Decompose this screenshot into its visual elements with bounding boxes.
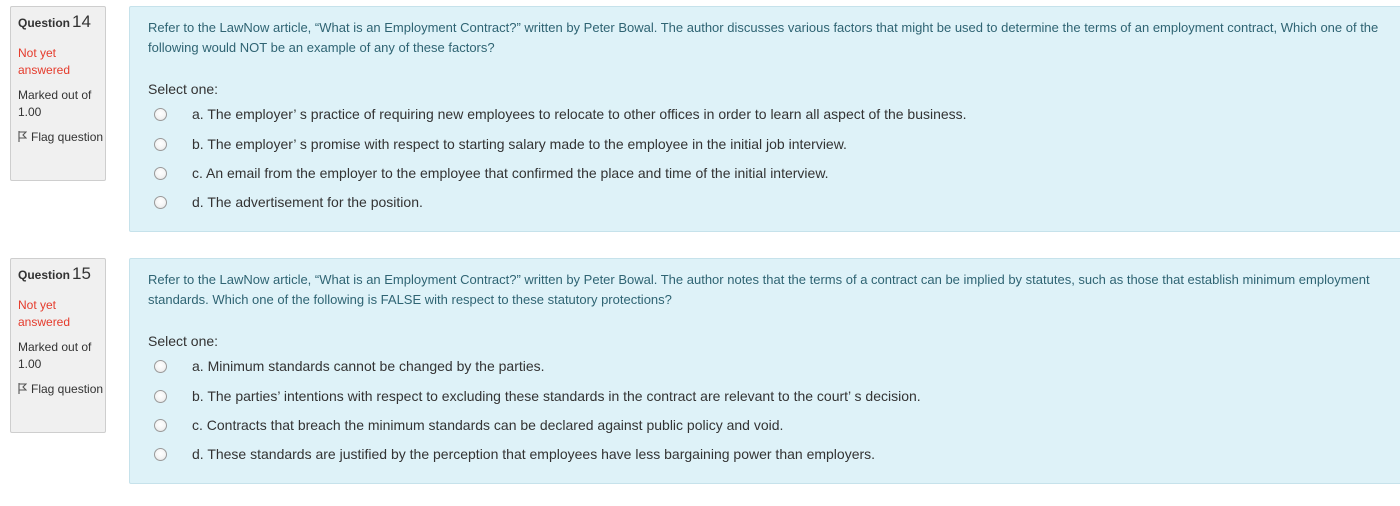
radio-button[interactable] [154,167,167,180]
question-number: Question 14 [18,12,91,31]
question-grade: Marked out of 1.00 [18,340,92,371]
answer-option-d[interactable]: d. The advertisement for the position. [148,193,1348,213]
question-state: Not yet answered [18,46,71,77]
select-one-prompt: Select one: [148,81,219,97]
select-one-prompt: Select one: [148,333,219,349]
question-content: Refer to the LawNow article, “What is an… [129,258,1400,484]
option-label: b. The employer’ s promise with respect … [192,136,847,152]
radio-button[interactable] [154,138,167,151]
question-info: Question 15 Not yet answered Marked out o… [10,258,106,433]
radio-button[interactable] [154,390,167,403]
question-text: Refer to the LawNow article, “What is an… [148,272,1370,307]
option-label: a. Minimum standards cannot be changed b… [192,358,545,374]
answer-option-a[interactable]: a. The employer’ s practice of requiring… [148,105,1348,125]
answer-option-c[interactable]: c. An email from the employer to the emp… [148,164,1348,184]
question-number-value: 15 [72,264,91,283]
answer-option-c[interactable]: c. Contracts that breach the minimum sta… [148,416,1348,436]
question-state: Not yet answered [18,298,71,329]
question-info: Question 14 Not yet answered Marked out o… [10,6,106,181]
answer-option-d[interactable]: d. These standards are justified by the … [148,445,1348,465]
flag-question-link[interactable]: Flag question [18,129,105,146]
option-label: b. The parties’ intentions with respect … [192,388,921,404]
radio-button[interactable] [154,360,167,373]
flag-icon [18,131,27,142]
radio-button[interactable] [154,448,167,461]
option-label: c. An email from the employer to the emp… [192,165,829,181]
option-label: c. Contracts that breach the minimum sta… [192,417,784,433]
option-label: a. The employer’ s practice of requiring… [192,106,967,122]
option-label: d. These standards are justified by the … [192,446,876,462]
question-grade: Marked out of 1.00 [18,88,92,119]
option-label: d. The advertisement for the position. [192,194,423,210]
question-text: Refer to the LawNow article, “What is an… [148,20,1379,55]
flag-icon [18,383,27,394]
flag-question-link[interactable]: Flag question [18,381,105,398]
radio-button[interactable] [154,196,167,209]
question-number: Question 15 [18,264,91,283]
answer-option-b[interactable]: b. The parties’ intentions with respect … [148,387,1348,407]
question-content: Refer to the LawNow article, “What is an… [129,6,1400,232]
radio-button[interactable] [154,108,167,121]
question-number-value: 14 [72,12,91,31]
radio-button[interactable] [154,419,167,432]
answer-option-b[interactable]: b. The employer’ s promise with respect … [148,135,1348,155]
answer-option-a[interactable]: a. Minimum standards cannot be changed b… [148,357,1348,377]
